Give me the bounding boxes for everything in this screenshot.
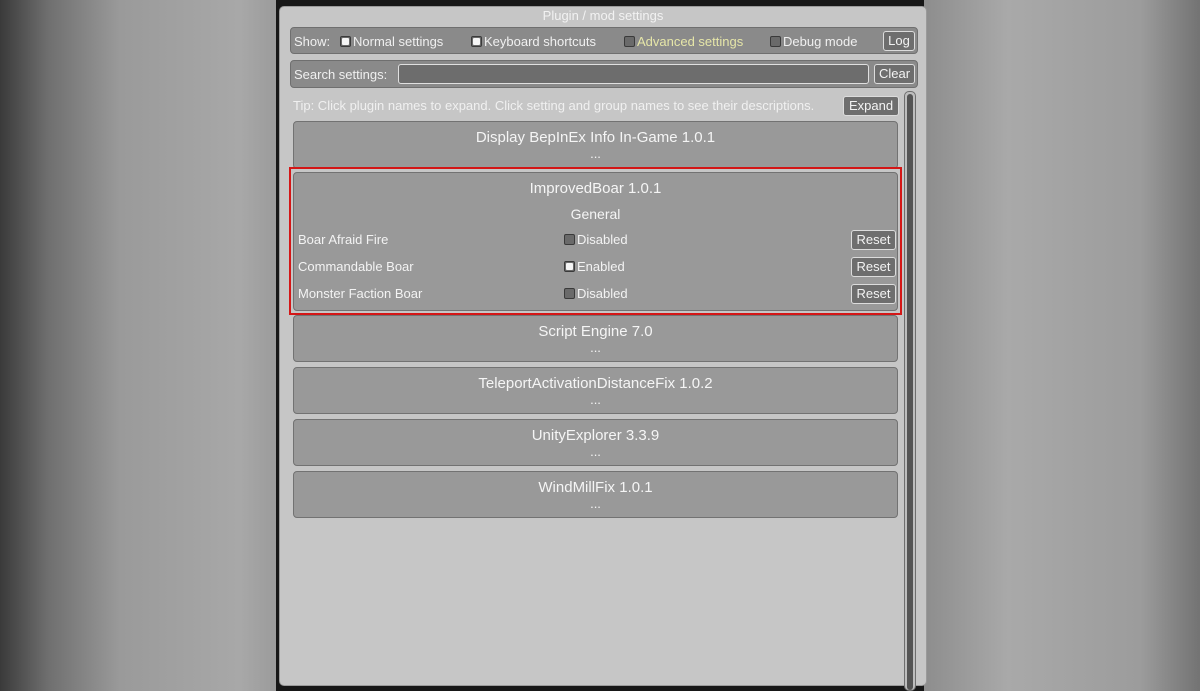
clear-button[interactable]: Clear: [874, 64, 915, 84]
plugin-name[interactable]: Script Engine 7.0: [294, 323, 897, 340]
keyboard-shortcuts-toggle[interactable]: Keyboard shortcuts: [471, 34, 596, 49]
advanced-settings-toggle[interactable]: Advanced settings: [624, 34, 743, 49]
advanced-settings-checkbox[interactable]: [624, 36, 635, 47]
plugin-script-engine[interactable]: Script Engine 7.0 ...: [293, 315, 898, 362]
window-title: Plugin / mod settings: [542, 8, 664, 23]
debug-mode-label: Debug mode: [783, 34, 858, 49]
collapsed-indicator: ...: [590, 146, 601, 161]
plugin-display-bepinex-info[interactable]: Display BepInEx Info In-Game 1.0.1 ...: [293, 121, 898, 169]
plugin-name[interactable]: UnityExplorer 3.3.9: [294, 427, 897, 444]
expand-button[interactable]: Expand: [843, 96, 899, 116]
collapsed-indicator: ...: [590, 496, 601, 511]
vertical-scrollbar[interactable]: [904, 91, 916, 691]
keyboard-shortcuts-label: Keyboard shortcuts: [484, 34, 597, 49]
log-button[interactable]: Log: [883, 31, 915, 51]
plugin-unityexplorer[interactable]: UnityExplorer 3.3.9 ...: [293, 419, 898, 466]
collapsed-indicator: ...: [590, 392, 601, 407]
plugin-name[interactable]: TeleportActivationDistanceFix 1.0.2: [294, 375, 897, 392]
debug-mode-checkbox[interactable]: [770, 36, 781, 47]
plugin-name[interactable]: WindMillFix 1.0.1: [294, 479, 897, 496]
scrollbar-thumb[interactable]: [907, 94, 913, 690]
debug-mode-toggle[interactable]: Debug mode: [770, 34, 857, 49]
search-bar: Search settings: Clear: [290, 60, 918, 88]
search-input[interactable]: [398, 64, 869, 84]
show-label: Show:: [294, 34, 331, 49]
keyboard-shortcuts-checkbox[interactable]: [471, 36, 482, 47]
tip-text: Tip: Click plugin names to expand. Click…: [293, 98, 815, 113]
advanced-settings-label: Advanced settings: [637, 34, 744, 49]
show-filter-bar: Show: Normal settings Keyboard shortcuts…: [290, 27, 918, 54]
search-label: Search settings:: [294, 67, 388, 82]
normal-settings-checkbox[interactable]: [340, 36, 351, 47]
collapsed-indicator: ...: [590, 340, 601, 355]
plugin-windmillfix[interactable]: WindMillFix 1.0.1 ...: [293, 471, 898, 518]
plugin-name[interactable]: Display BepInEx Info In-Game 1.0.1: [294, 129, 897, 146]
normal-settings-label: Normal settings: [353, 34, 444, 49]
plugin-settings-window: Plugin / mod settings Show: Normal setti…: [279, 6, 927, 691]
normal-settings-toggle[interactable]: Normal settings: [340, 34, 443, 49]
plugin-teleport-activation-distance-fix[interactable]: TeleportActivationDistanceFix 1.0.2 ...: [293, 367, 898, 414]
collapsed-indicator: ...: [590, 444, 601, 459]
highlight-frame: [289, 167, 902, 315]
